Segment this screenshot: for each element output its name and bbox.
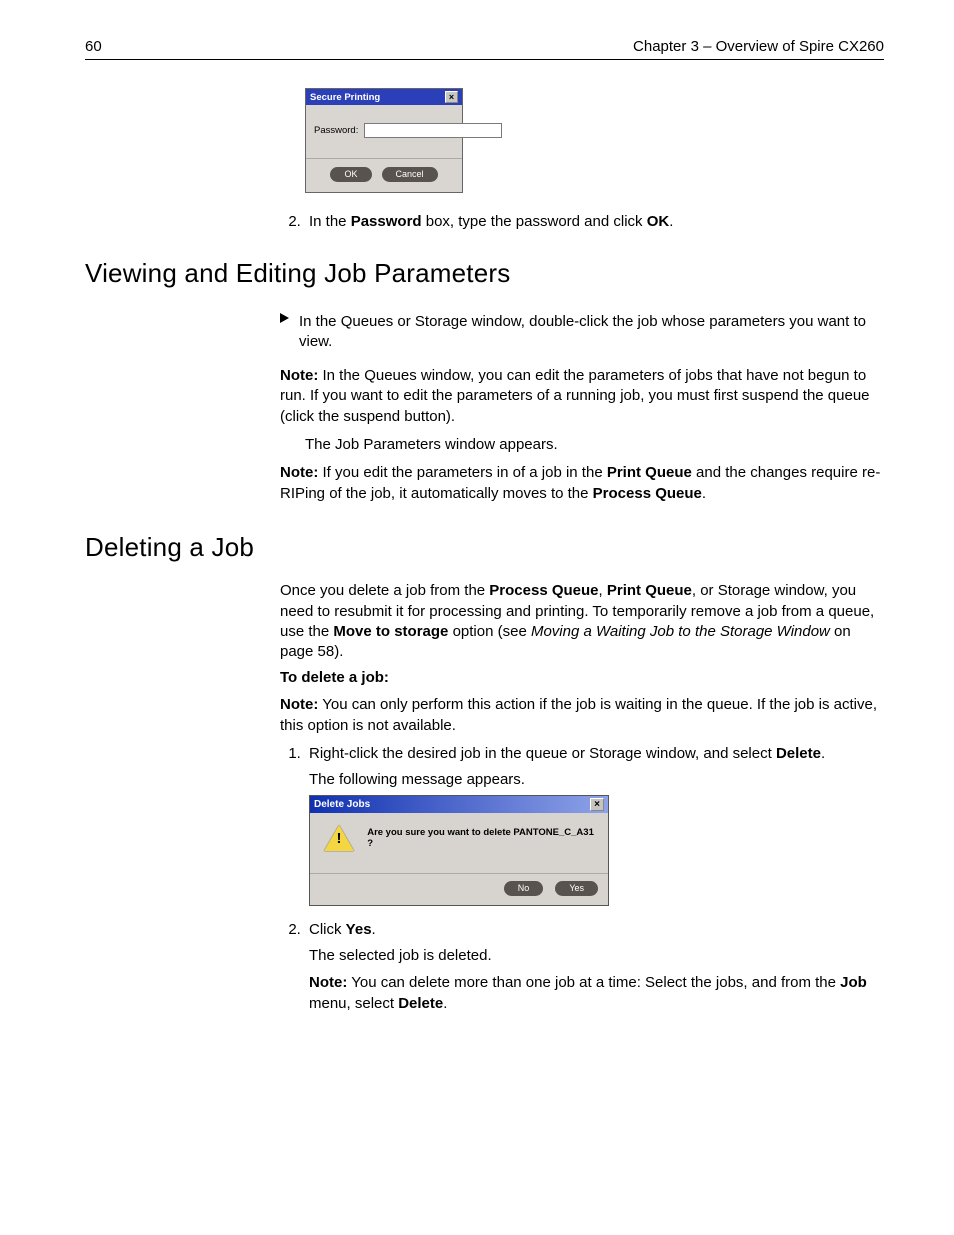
step-item: Right-click the desired job in the queue… xyxy=(305,744,884,906)
cancel-button[interactable]: Cancel xyxy=(382,167,438,182)
delete-jobs-dialog: Delete Jobs × ! Are you sure you want to… xyxy=(309,795,609,906)
page-header: 60 Chapter 3 – Overview of Spire CX260 xyxy=(85,38,884,60)
step-item: In the Password box, type the password a… xyxy=(305,213,884,230)
password-input[interactable] xyxy=(364,123,502,138)
note: Note: If you edit the parameters in of a… xyxy=(280,463,884,504)
ok-button[interactable]: OK xyxy=(330,167,371,182)
warning-icon: ! xyxy=(324,825,353,853)
secure-printing-dialog: Secure Printing × Password: OK Cancel xyxy=(305,88,463,193)
body-text: The selected job is deleted. xyxy=(309,946,884,966)
close-icon[interactable]: × xyxy=(590,798,604,811)
yes-button[interactable]: Yes xyxy=(555,881,598,896)
step-list: Right-click the desired job in the queue… xyxy=(280,744,884,1014)
subheading: To delete a job: xyxy=(280,668,884,688)
dialog-message: Are you sure you want to delete PANTONE_… xyxy=(367,825,596,849)
body-text: The Job Parameters window appears. xyxy=(305,435,884,455)
body-text: The following message appears. xyxy=(309,770,884,790)
triangle-bullet-icon xyxy=(280,313,289,323)
chapter-label: Chapter 3 – Overview of Spire CX260 xyxy=(633,38,884,55)
page-number: 60 xyxy=(85,38,102,55)
section-heading: Viewing and Editing Job Parameters xyxy=(85,258,884,289)
section-heading: Deleting a Job xyxy=(85,532,884,563)
dialog-title: Secure Printing xyxy=(310,92,380,103)
note: Note: You can only perform this action i… xyxy=(280,695,884,736)
bullet-text: In the Queues or Storage window, double-… xyxy=(299,312,884,353)
password-label: Password: xyxy=(314,125,358,136)
note: Note: In the Queues window, you can edit… xyxy=(280,366,884,428)
dialog-titlebar: Secure Printing × xyxy=(306,89,462,105)
close-icon[interactable]: × xyxy=(445,91,458,103)
note: Note: You can delete more than one job a… xyxy=(309,973,884,1014)
body-text: Once you delete a job from the Process Q… xyxy=(280,581,884,662)
no-button[interactable]: No xyxy=(504,881,544,896)
step-item: Click Yes. The selected job is deleted. … xyxy=(305,920,884,1015)
dialog-title: Delete Jobs xyxy=(314,799,370,810)
step-list: In the Password box, type the password a… xyxy=(280,213,884,230)
dialog-titlebar: Delete Jobs × xyxy=(310,796,608,813)
